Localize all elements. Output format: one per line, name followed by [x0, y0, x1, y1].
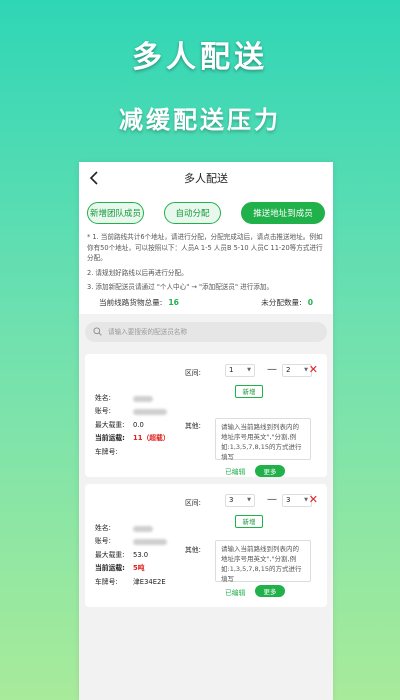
plate-label: 车牌号:: [95, 577, 118, 586]
promo-subtitle: 减缓配送压力: [119, 106, 281, 134]
account-value-redacted: [133, 409, 167, 415]
search-box[interactable]: [85, 321, 327, 342]
more-button[interactable]: 更多: [255, 464, 285, 477]
account-label: 账号:: [95, 537, 111, 545]
current-load-row: 当前运载: 11（超载）: [95, 432, 170, 446]
range-end-value: 3: [286, 496, 291, 504]
unassigned-value: 0: [307, 297, 313, 307]
back-arrow-icon[interactable]: [88, 170, 102, 186]
max-load-label: 最大载重:: [95, 420, 125, 429]
other-label: 其他:: [185, 421, 201, 430]
range-start-select[interactable]: 3 ▼: [225, 493, 255, 507]
name-row: 姓名:: [95, 392, 170, 406]
plate-row: 车牌号:: [95, 446, 170, 460]
plate-value: 津E34E2E: [133, 577, 166, 586]
assignment-panel: 新增团队成员 自动分配 推送地址到成员 * 1. 当前路线共计6个地址，请进行分…: [79, 194, 333, 314]
member-info: 姓名: 账号: 最大载重: 53.0 当前运载: 5吨 车牌号: 津E34E2E: [95, 522, 167, 590]
caret-down-icon: ▼: [247, 497, 251, 503]
stats-row: 当前线路货物总量: 16 未分配数量: 0: [87, 297, 325, 308]
edited-status: 已编辑: [225, 467, 246, 476]
range-start-select[interactable]: 1 ▼: [225, 363, 255, 377]
range-end-select[interactable]: 2 ▼: [282, 363, 312, 377]
top-bar: 多人配送: [79, 162, 333, 194]
max-load-value: 53.0: [133, 550, 149, 559]
member-card: 区间: 3 ▼ — 3 ▼ ✕ 新增 姓名: 账号: 最大载重: 53.0 当前…: [85, 483, 327, 607]
max-load-row: 最大载重: 53.0: [95, 549, 167, 563]
total-stat: 当前线路货物总量: 16: [99, 297, 179, 308]
edited-status: 已编辑: [225, 588, 246, 597]
member-card: 区间: 1 ▼ — 2 ▼ ✕ 新增 姓名: 账号: 最大载重: 0.0 当前运…: [85, 353, 327, 477]
account-row: 账号:: [95, 535, 167, 549]
current-load-row: 当前运载: 5吨: [95, 562, 167, 576]
max-load-label: 最大载重:: [95, 550, 125, 559]
delete-icon[interactable]: ✕: [309, 363, 318, 376]
add-member-button[interactable]: 新增团队成员: [87, 202, 144, 224]
total-value: 16: [168, 297, 179, 307]
caret-down-icon: ▼: [304, 367, 308, 373]
action-buttons: 新增团队成员 自动分配 推送地址到成员: [87, 202, 325, 224]
total-label: 当前线路货物总量:: [99, 297, 163, 307]
max-load-value: 0.0: [133, 420, 144, 429]
unassigned-stat: 未分配数量: 0: [261, 297, 313, 308]
current-load-label: 当前运载:: [95, 564, 125, 572]
current-load-label: 当前运载:: [95, 434, 125, 442]
caret-down-icon: ▼: [247, 367, 251, 373]
address-index-field[interactable]: 请输入当前路线到列表内的地址序号用英文","分割,例如:1,3,5,7,8,15…: [215, 417, 311, 461]
range-end-select[interactable]: 3 ▼: [282, 493, 312, 507]
instruction-1: * 1. 当前路线共计6个地址，请进行分配，分配完成动后，请点击推送地址。例如你…: [87, 233, 323, 262]
account-label: 账号:: [95, 407, 111, 415]
range-label: 区间:: [185, 368, 201, 377]
name-label: 姓名:: [95, 523, 111, 532]
other-label: 其他:: [185, 545, 201, 554]
range-dash: —: [267, 363, 277, 375]
range-end-value: 2: [286, 366, 291, 374]
phone-screen: 多人配送 新增团队成员 自动分配 推送地址到成员 * 1. 当前路线共计6个地址…: [79, 162, 333, 700]
name-value-redacted: [133, 525, 153, 532]
search-input[interactable]: [108, 327, 298, 336]
member-info: 姓名: 账号: 最大载重: 0.0 当前运载: 11（超载） 车牌号:: [95, 392, 170, 460]
more-button[interactable]: 更多: [255, 584, 285, 597]
instruction-2: 2. 请规划好路线以后再进行分配。: [87, 268, 188, 277]
plate-row: 车牌号: 津E34E2E: [95, 576, 167, 590]
current-load-value: 5吨: [133, 564, 145, 572]
name-row: 姓名:: [95, 522, 167, 536]
promo-title: 多人配送: [132, 40, 268, 75]
instructions: * 1. 当前路线共计6个地址，请进行分配，分配完成动后，请点击推送地址。例如你…: [87, 232, 325, 293]
delete-icon[interactable]: ✕: [309, 493, 318, 506]
range-start-value: 3: [229, 496, 234, 504]
auto-assign-button[interactable]: 自动分配: [164, 202, 221, 224]
range-start-value: 1: [229, 366, 234, 374]
add-range-button[interactable]: 新增: [235, 514, 263, 528]
account-row: 账号:: [95, 405, 170, 419]
account-value-redacted: [133, 539, 167, 545]
push-address-button[interactable]: 推送地址到成员: [241, 202, 325, 224]
page-title: 多人配送: [184, 172, 228, 185]
name-value-redacted: [133, 395, 153, 402]
add-range-button[interactable]: 新增: [235, 384, 263, 398]
range-label: 区间:: [185, 498, 201, 507]
search-icon: [93, 327, 102, 336]
range-dash: —: [267, 493, 277, 505]
search-bar: [79, 314, 333, 348]
name-label: 姓名:: [95, 393, 111, 402]
max-load-row: 最大载重: 0.0: [95, 419, 170, 433]
unassigned-label: 未分配数量:: [261, 297, 302, 307]
plate-label: 车牌号:: [95, 447, 118, 456]
current-load-value: 11（超载）: [133, 434, 170, 442]
caret-down-icon: ▼: [304, 497, 308, 503]
address-index-field[interactable]: 请输入当前路线到列表内的地址序号用英文","分割,例如:1,3,5,7,8,15…: [215, 539, 311, 583]
instruction-3: 3. 添加新配送员请通过 "个人中心" → "添加配送员" 进行添加。: [87, 283, 274, 291]
